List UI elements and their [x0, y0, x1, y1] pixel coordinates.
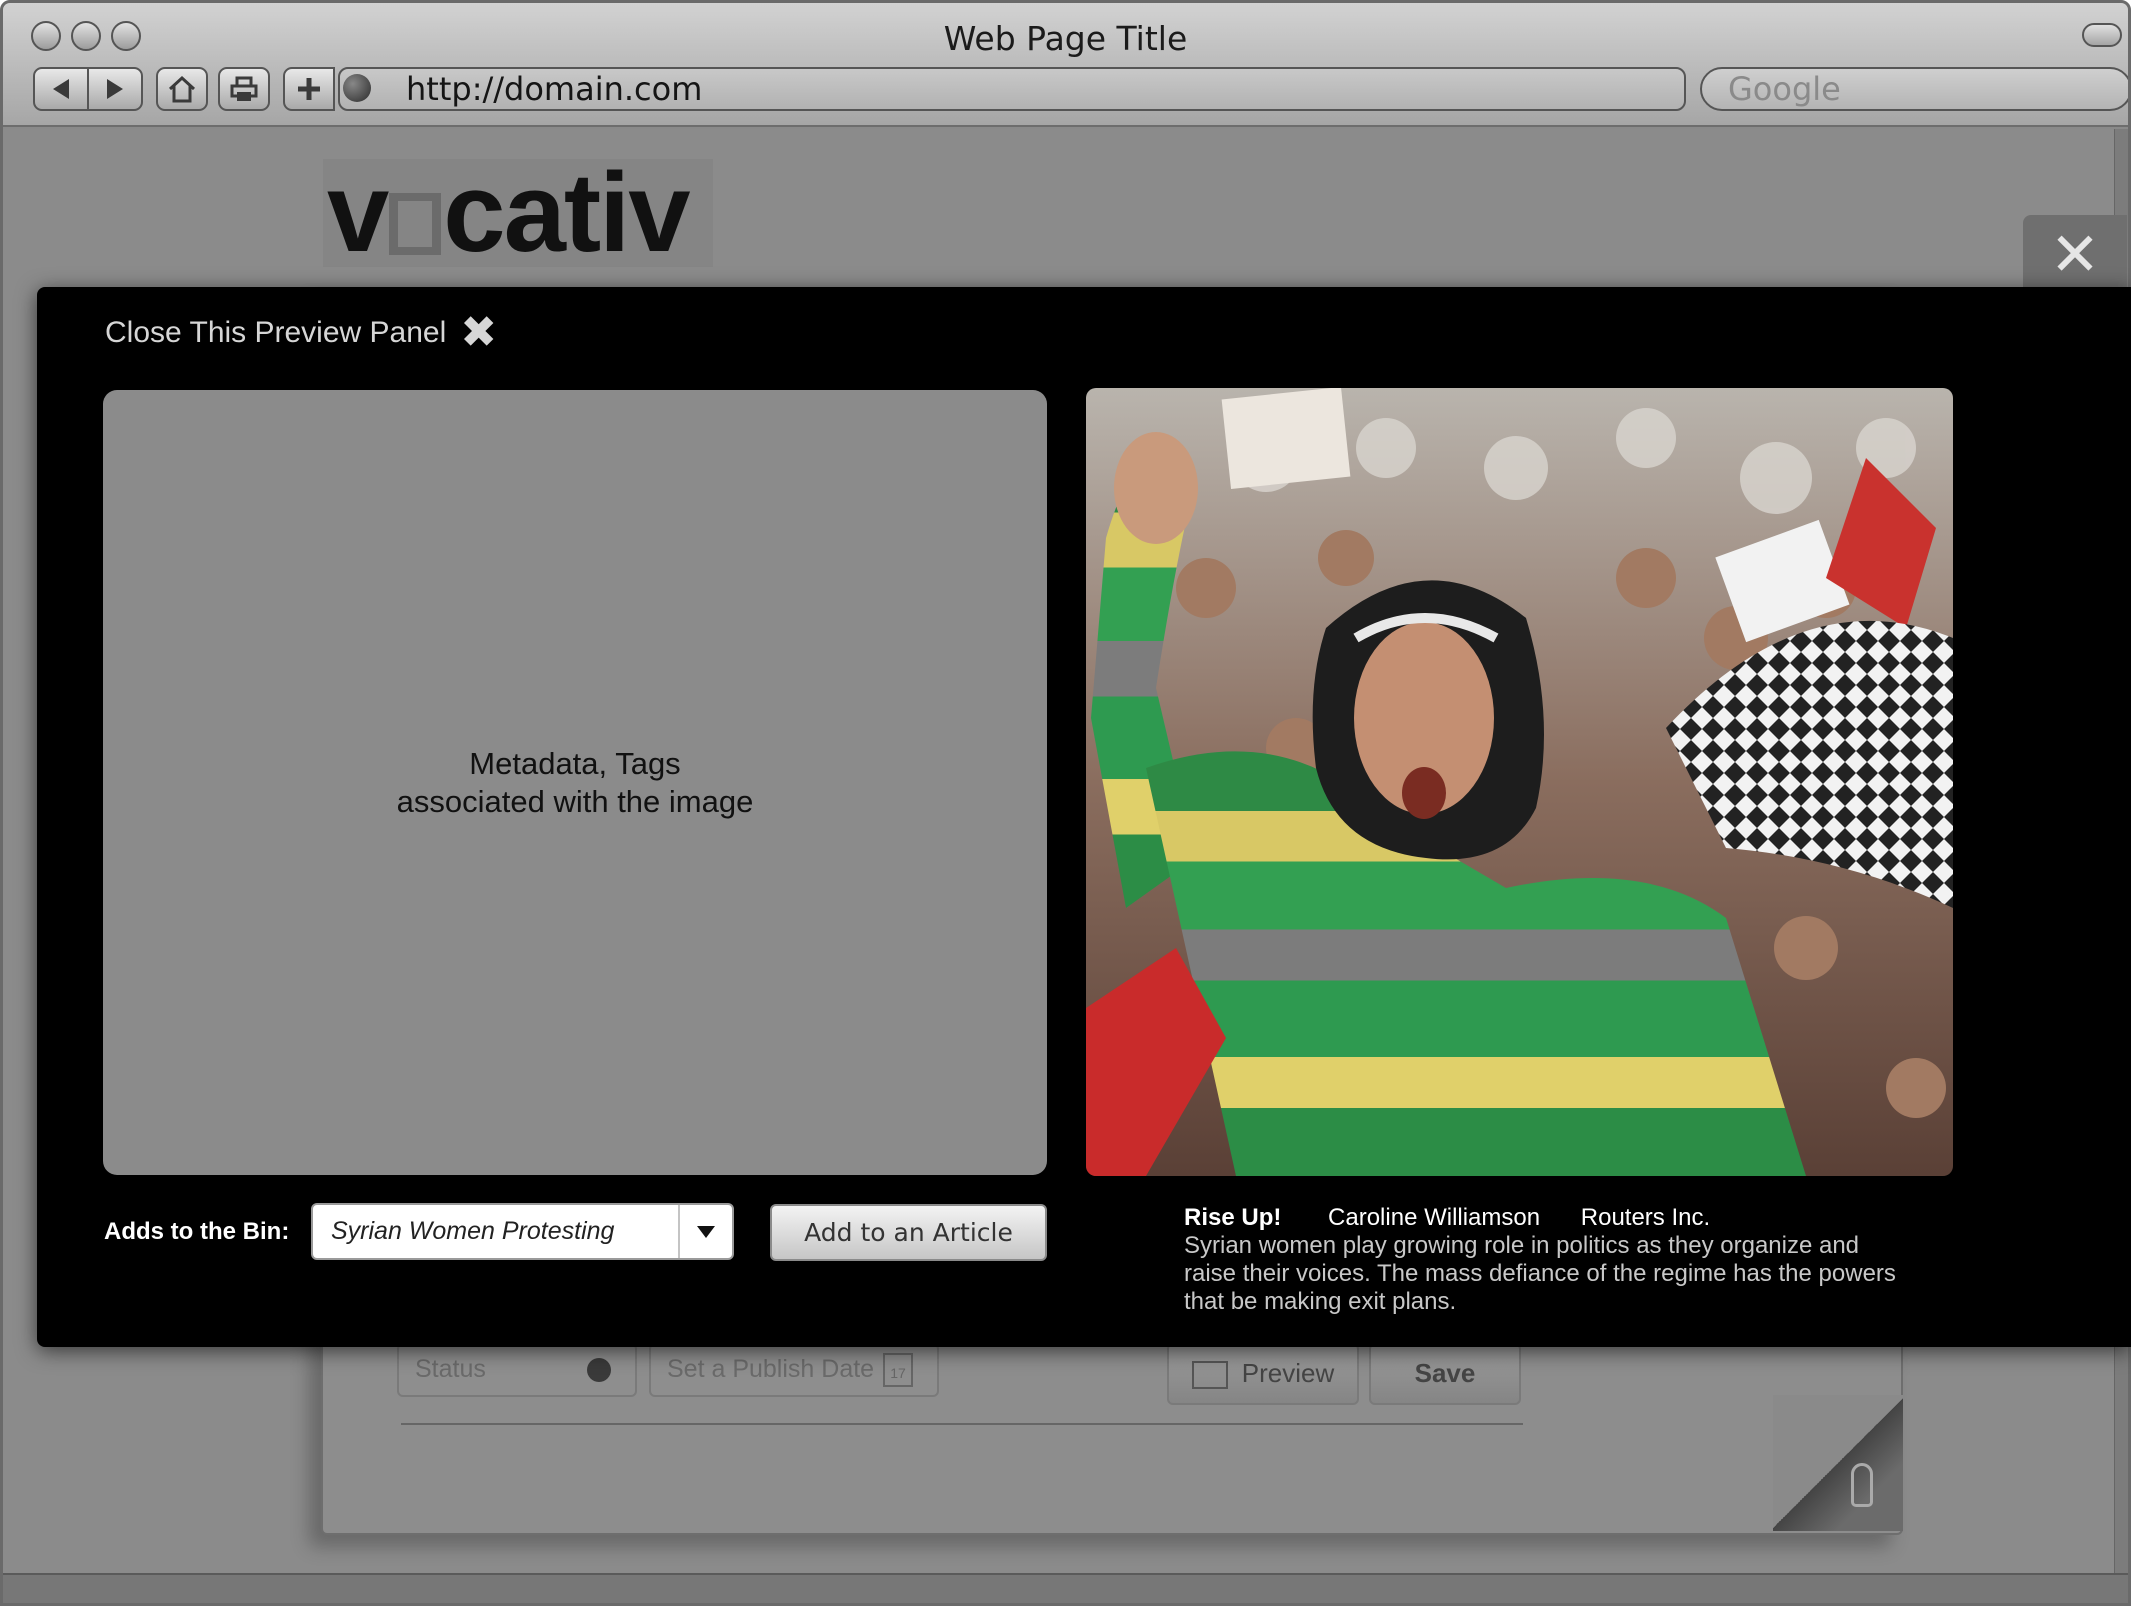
protest-photo: [1086, 388, 1953, 1176]
preview-photo: [1086, 388, 1953, 1176]
forward-arrow-icon: [107, 79, 123, 99]
back-button[interactable]: [33, 67, 89, 111]
caption-title: Rise Up!: [1184, 1204, 1282, 1231]
dropdown-toggle[interactable]: [678, 1205, 732, 1258]
close-icon[interactable]: ✖: [460, 311, 497, 355]
close-preview-panel-link[interactable]: Close This Preview Panel ✖: [105, 311, 497, 355]
form-divider: [401, 1423, 1523, 1425]
bin-selected-value: Syrian Women Protesting: [331, 1217, 615, 1245]
printer-icon: [230, 76, 258, 101]
photo-caption-header: Rise Up! Caroline Williamson Routers Inc…: [1184, 1204, 1710, 1232]
forward-button[interactable]: [87, 67, 143, 111]
chevron-down-icon: [587, 1358, 611, 1382]
bin-dropdown[interactable]: Syrian Women Protesting: [311, 1203, 734, 1260]
presentation-icon: [1191, 1361, 1228, 1390]
preview-button[interactable]: Preview: [1167, 1343, 1359, 1405]
toolbar-toggle-button[interactable]: [2082, 23, 2122, 47]
metadata-subtitle: associated with the image: [396, 783, 754, 819]
plus-icon: [298, 78, 320, 100]
lightbulb-icon: [1851, 1463, 1873, 1507]
address-bar[interactable]: http://domain.com: [338, 67, 1686, 111]
add-bookmark-button[interactable]: [283, 67, 335, 111]
metadata-tags-panel: Metadata, Tags associated with the image: [103, 390, 1047, 1175]
browser-status-bar: [3, 1573, 2128, 1603]
browser-toolbar: Web Page Title http://domain.com Google: [3, 3, 2128, 127]
bin-label: Adds to the Bin:: [104, 1218, 290, 1245]
publish-date-field[interactable]: Set a Publish Date 17: [649, 1343, 939, 1397]
close-preview-label: Close This Preview Panel: [105, 316, 447, 349]
search-input[interactable]: Google: [1700, 67, 2128, 111]
metadata-title: Metadata, Tags: [469, 745, 681, 781]
status-select[interactable]: Status: [397, 1343, 637, 1397]
save-button[interactable]: Save: [1369, 1343, 1521, 1405]
caption-author: Caroline Williamson: [1328, 1204, 1541, 1231]
logo-bracket-icon: [389, 193, 442, 255]
globe-icon: [343, 74, 371, 102]
home-button[interactable]: [156, 67, 208, 111]
print-button[interactable]: [218, 67, 270, 111]
page-curl-corner[interactable]: [1773, 1395, 1903, 1531]
window-title: Web Page Title: [943, 19, 1188, 58]
add-to-article-button[interactable]: Add to an Article: [770, 1204, 1047, 1261]
triangle-down-icon: [697, 1225, 715, 1238]
calendar-icon: 17: [883, 1353, 913, 1387]
caption-source: Routers Inc.: [1580, 1204, 1711, 1231]
caption-description: Syrian women play growing role in politi…: [1184, 1232, 1896, 1315]
back-arrow-icon: [53, 79, 69, 99]
home-icon: [168, 75, 196, 103]
vocativ-logo: v cativ: [323, 157, 713, 269]
